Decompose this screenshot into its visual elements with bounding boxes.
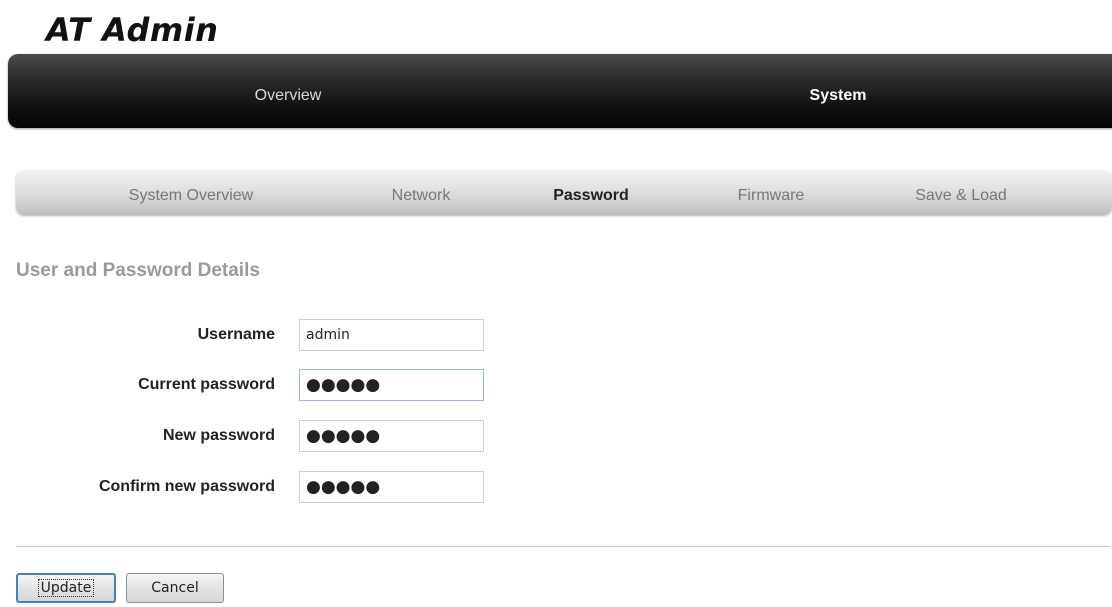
page: AT Admin Overview System System Overview… (0, 0, 1112, 607)
app-title: AT Admin (46, 11, 219, 49)
confirm-password-label: Confirm new password (98, 478, 275, 495)
sub-nav-firmware[interactable]: Firmware (706, 170, 836, 215)
main-nav-overview[interactable]: Overview (208, 54, 368, 128)
new-password-input[interactable] (299, 420, 484, 452)
confirm-password-row: Confirm new password (0, 471, 500, 503)
sub-nav-save-load[interactable]: Save & Load (886, 170, 1036, 215)
username-row: Username (0, 319, 500, 351)
current-password-input[interactable] (299, 369, 484, 401)
new-password-label: New password (162, 427, 275, 444)
cancel-button[interactable]: Cancel (126, 573, 224, 603)
new-password-row: New password (0, 420, 500, 452)
update-button-label: Update (37, 579, 95, 597)
sub-nav-network[interactable]: Network (356, 170, 486, 215)
main-nav: Overview System (8, 54, 1112, 128)
form-divider (16, 546, 1110, 547)
current-password-label: Current password (138, 376, 275, 393)
confirm-password-input[interactable] (299, 471, 484, 503)
main-nav-system[interactable]: System (758, 54, 918, 128)
sub-nav-password[interactable]: Password (526, 170, 656, 215)
username-input[interactable] (299, 319, 484, 351)
sub-nav-system-overview[interactable]: System Overview (96, 170, 286, 215)
update-button[interactable]: Update (16, 573, 116, 603)
cancel-button-label: Cancel (151, 580, 199, 596)
username-label: Username (197, 326, 275, 343)
section-title: User and Password Details (16, 260, 260, 281)
current-password-row: Current password (0, 369, 500, 401)
sub-nav: System Overview Network Password Firmwar… (16, 170, 1112, 215)
